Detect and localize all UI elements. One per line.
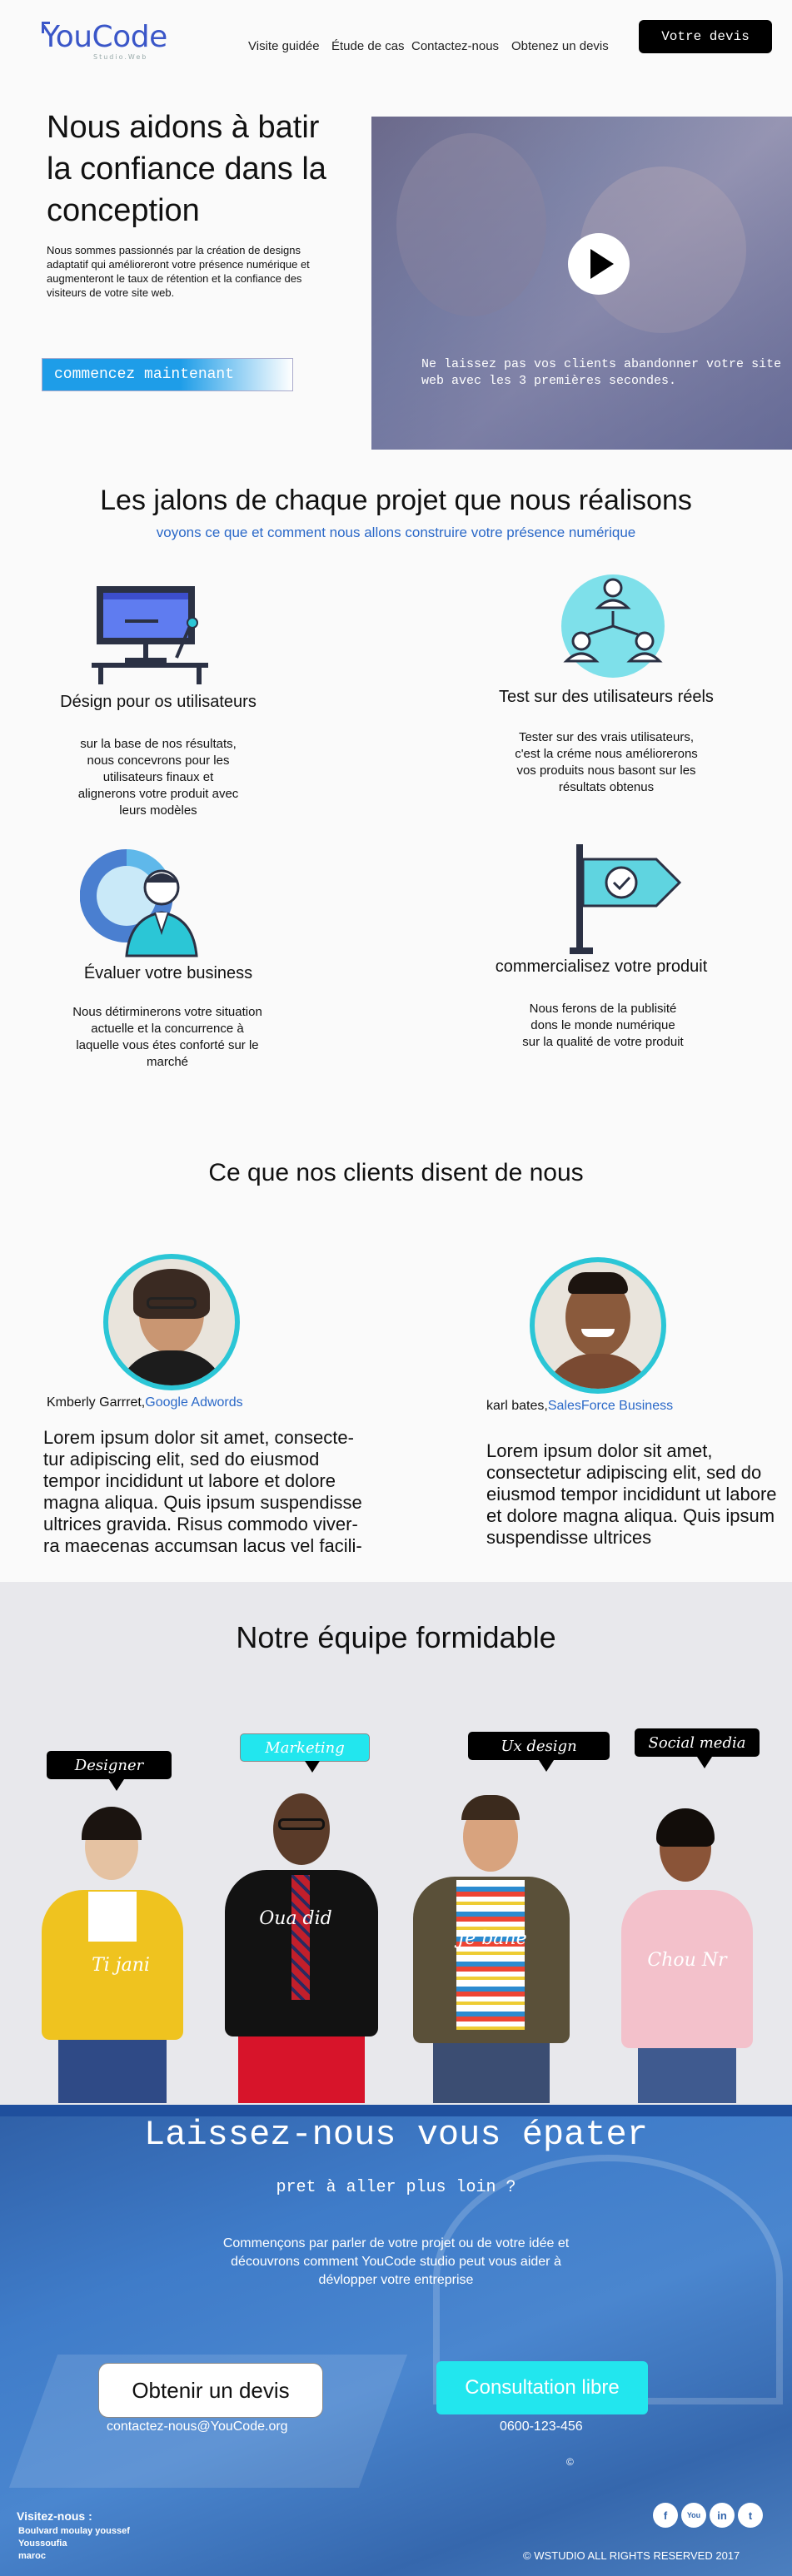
- milestones-subtitle: voyons ce que et comment nous allons con…: [156, 525, 636, 540]
- team-title: Notre équipe formidable: [236, 1620, 556, 1654]
- youtube-icon[interactable]: You: [681, 2503, 706, 2528]
- testimonial-name: Kmberly Garrret,Google Adwords: [47, 1395, 243, 1410]
- client-company-link[interactable]: Google Adwords: [145, 1395, 242, 1410]
- client-company-link[interactable]: SalesForce Business: [548, 1399, 673, 1413]
- role-bubble: Social media: [635, 1728, 760, 1768]
- nav-contactez-nous[interactable]: Contactez-nous: [411, 39, 499, 53]
- logo-bracket-icon: [42, 22, 50, 33]
- flag-check-icon: [570, 844, 682, 954]
- avatar-body: [117, 1350, 227, 1385]
- step-desc-design: sur la base de nos résultats, nous conce…: [77, 737, 239, 818]
- role-bubble: Marketing: [240, 1733, 370, 1773]
- step-title-design: Désign pour os utilisateurs: [60, 693, 257, 711]
- step-title-test: Test sur des utilisateurs réels: [499, 688, 714, 706]
- user-network-icon: [561, 574, 665, 678]
- cta-subtitle: pret à aller plus loin ?: [276, 2178, 516, 2197]
- role-bubble: Ux design: [468, 1732, 610, 1772]
- avatar: [530, 1257, 666, 1394]
- step-desc-evaluate: Nous détirminerons votre situation actue…: [72, 1005, 262, 1069]
- testimonials-title: Ce que nos clients disent de nous: [208, 1159, 584, 1186]
- logo-tagline: Studio.Web: [93, 53, 148, 61]
- step-title-evaluate: Évaluer votre business: [83, 964, 253, 982]
- address-line: Youssoufia: [18, 2539, 67, 2549]
- nav-etude-de-cas[interactable]: Étude de cas: [331, 39, 405, 53]
- play-icon[interactable]: [568, 233, 630, 295]
- visit-label: Visitez-nous :: [17, 2509, 92, 2523]
- team-member-photo: [33, 1798, 192, 2103]
- team-member-name: Oua did: [259, 1908, 332, 1929]
- twitter-icon[interactable]: t: [738, 2503, 763, 2528]
- cta-title: Laissez-nous vous épater: [144, 2115, 648, 2155]
- hero-title: Nous aidons à batir la confiance dans la…: [47, 110, 326, 228]
- avatar: [103, 1254, 240, 1390]
- logo[interactable]: YouCode Studio.Web: [42, 20, 167, 61]
- team-member-name: Je bane: [457, 1928, 527, 1949]
- step-title-commercialize: commercialisez votre produit: [495, 957, 708, 976]
- testimonial-quote: Lorem ipsum dolor sit amet, consectetur …: [486, 1440, 777, 1548]
- hero-video[interactable]: Ne laissez pas vos clients abandonner vo…: [371, 117, 792, 450]
- step-desc-commercialize: Nous ferons de la publisité dons le mond…: [522, 1002, 684, 1049]
- address-line: maroc: [18, 2551, 47, 2561]
- avatar-body: [543, 1354, 653, 1389]
- testimonial-name: karl bates,SalesForce Business: [486, 1399, 673, 1414]
- address-line: Boulvard moulay youssef: [18, 2526, 130, 2536]
- video-caption: Ne laissez pas vos clients abandonner vo…: [421, 357, 782, 388]
- milestones-title: Les jalons de chaque projet que nous réa…: [100, 485, 692, 516]
- computer-desk-icon: [92, 586, 208, 684]
- free-consultation-button[interactable]: Consultation libre: [436, 2361, 648, 2414]
- hero-description: Nous sommes passionnés par la création d…: [47, 244, 310, 299]
- client-name: karl bates,: [486, 1399, 548, 1413]
- get-quote-button[interactable]: Obtenir un devis: [98, 2363, 323, 2418]
- step-desc-test: Tester sur des vrais utilisateurs, c'est…: [515, 730, 698, 794]
- testimonial-quote: Lorem ipsum dolor sit amet, consecte-tur…: [43, 1427, 362, 1556]
- role-bubble: Designer: [47, 1751, 172, 1791]
- nav-obtenez-devis[interactable]: Obtenez un devis: [511, 39, 609, 53]
- cta-description: Commençons par parler de votre projet ou…: [222, 2236, 570, 2287]
- nav-visite-guidee[interactable]: Visite guidée: [248, 39, 320, 53]
- votre-devis-button[interactable]: Votre devis: [639, 20, 772, 53]
- team-member-name: Ti jani: [92, 1955, 150, 1976]
- copyright-symbol: ©: [566, 2456, 574, 2468]
- business-evaluation-icon: [80, 848, 198, 957]
- client-name: Kmberly Garrret,: [47, 1395, 146, 1410]
- team-member-name: Chou Nr: [647, 1950, 727, 1971]
- facebook-icon[interactable]: f: [653, 2503, 678, 2528]
- copyright-text: © WSTUDIO ALL RIGHTS RESERVED 2017: [523, 2549, 740, 2562]
- contact-phone-link[interactable]: 0600-123-456: [500, 2419, 583, 2434]
- logo-text: YouCode: [42, 20, 167, 54]
- contact-email-link[interactable]: contactez-nous@YouCode.org: [107, 2419, 288, 2434]
- team-member-photo: [218, 1782, 385, 2103]
- linkedin-icon[interactable]: in: [710, 2503, 735, 2528]
- start-now-button[interactable]: commencez maintenant: [42, 358, 293, 391]
